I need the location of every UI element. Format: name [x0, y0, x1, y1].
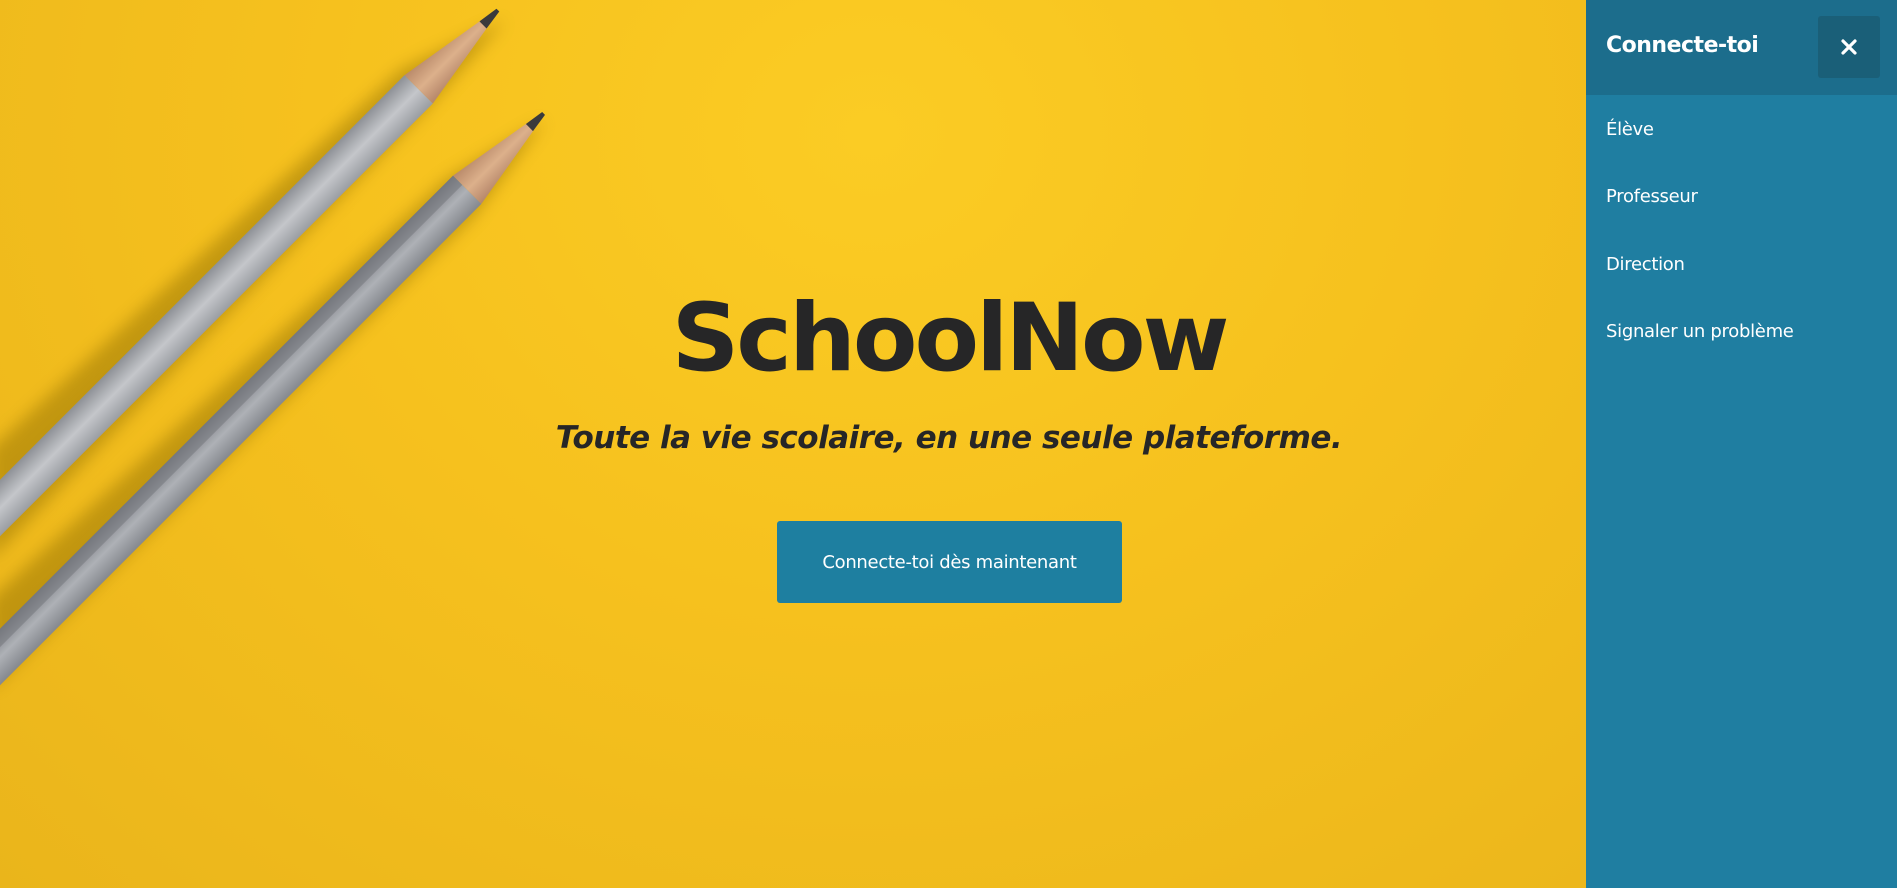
page: SchoolNow Toute la vie scolaire, en une …: [0, 0, 1897, 888]
close-button[interactable]: [1818, 16, 1880, 78]
tagline: Toute la vie scolaire, en une seule plat…: [555, 420, 1343, 456]
sidebar-item-professeur[interactable]: Professeur: [1606, 186, 1698, 208]
close-icon: [1841, 39, 1857, 55]
sidebar-item-report-problem[interactable]: Signaler un problème: [1606, 321, 1794, 343]
sidebar-title: Connecte-toi: [1606, 33, 1759, 58]
site-title: SchoolNow: [671, 284, 1230, 393]
login-sidebar: Connecte-toi Élève Professeur Direction …: [1586, 0, 1897, 888]
hero-content: SchoolNow Toute la vie scolaire, en une …: [0, 0, 1586, 888]
sidebar-header: Connecte-toi: [1586, 0, 1897, 95]
sidebar-item-direction[interactable]: Direction: [1606, 254, 1685, 276]
cta-login-button[interactable]: Connecte-toi dès maintenant: [777, 521, 1122, 603]
hero-section: SchoolNow Toute la vie scolaire, en une …: [0, 0, 1586, 888]
sidebar-item-eleve[interactable]: Élève: [1606, 119, 1654, 141]
